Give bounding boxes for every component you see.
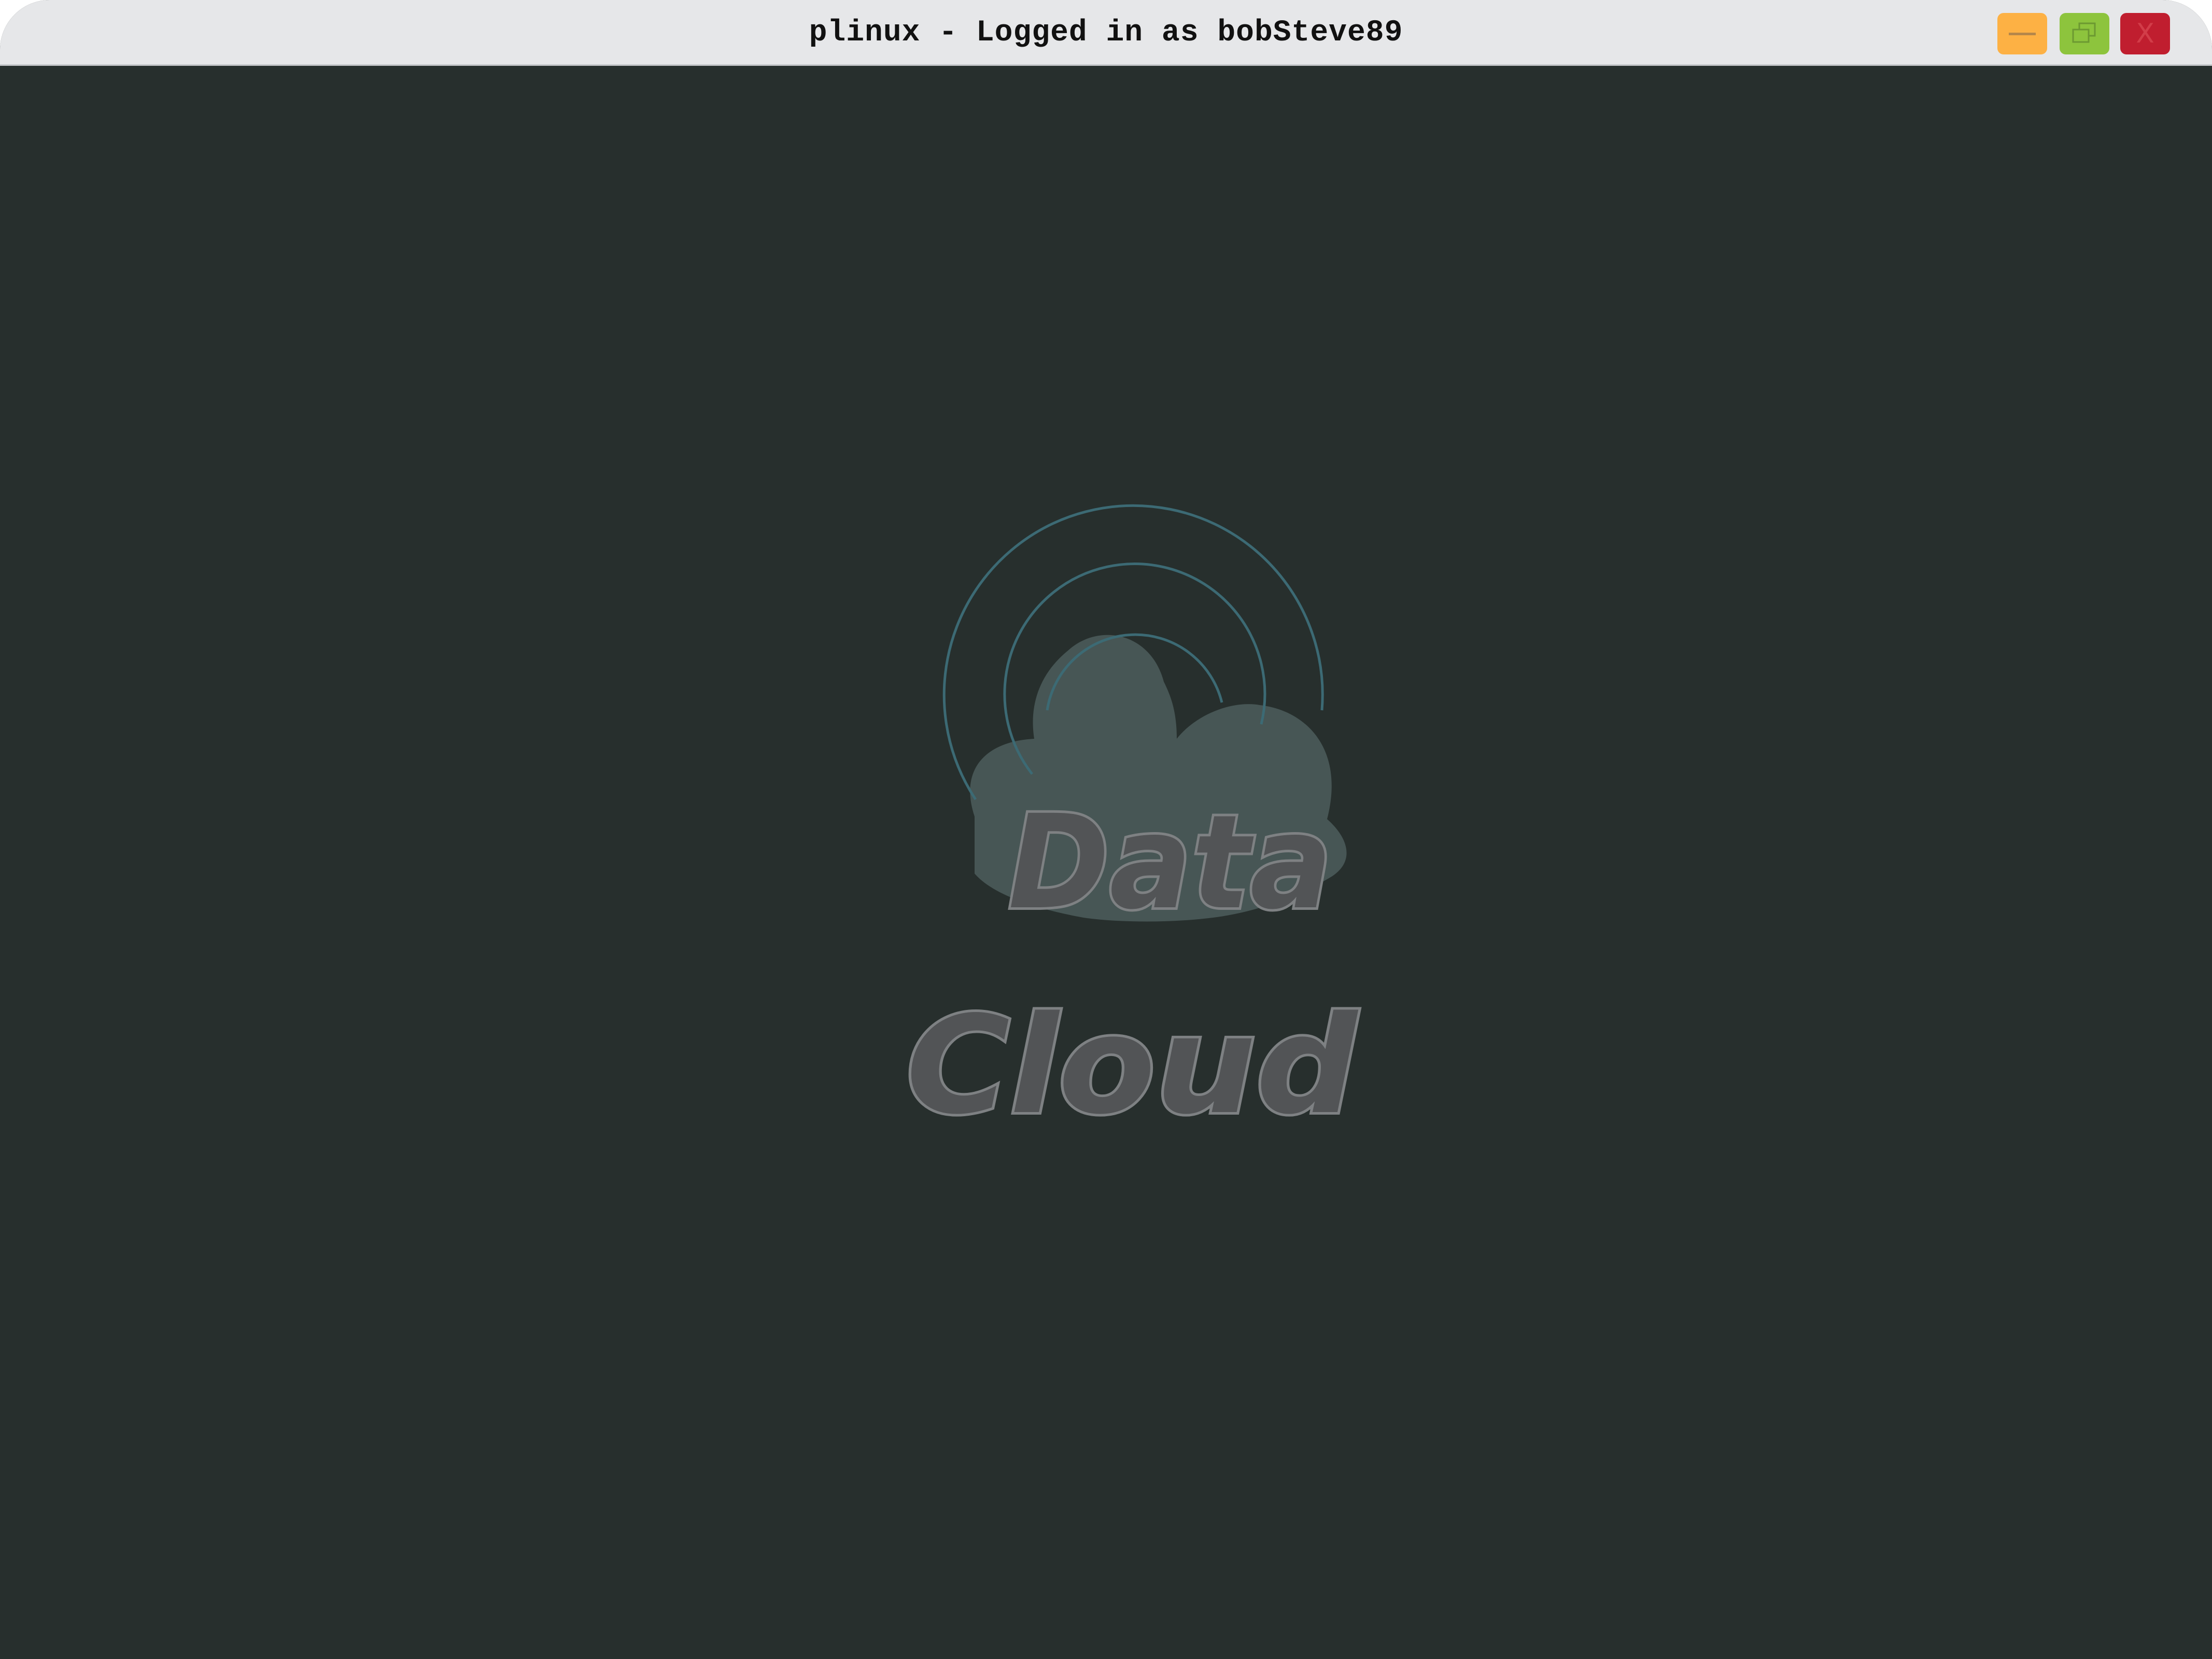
maximize-button[interactable]	[2060, 13, 2109, 54]
title-bar[interactable]: plinux - Logged in as bobSteve89 X	[0, 0, 2212, 66]
logo-text-cloud: Cloud	[906, 988, 1360, 1144]
close-icon: X	[2136, 18, 2154, 49]
minimize-icon	[2009, 33, 2036, 35]
close-button[interactable]: X	[2120, 13, 2170, 54]
restore-icon	[2072, 22, 2096, 43]
data-cloud-logo: Data Cloud	[904, 504, 1362, 1147]
app-window: plinux - Logged in as bobSteve89 X Data …	[0, 0, 2212, 1659]
minimize-button[interactable]	[1997, 13, 2047, 54]
window-title: plinux - Logged in as bobSteve89	[809, 16, 1403, 50]
logo-text-data: Data	[1008, 787, 1332, 938]
